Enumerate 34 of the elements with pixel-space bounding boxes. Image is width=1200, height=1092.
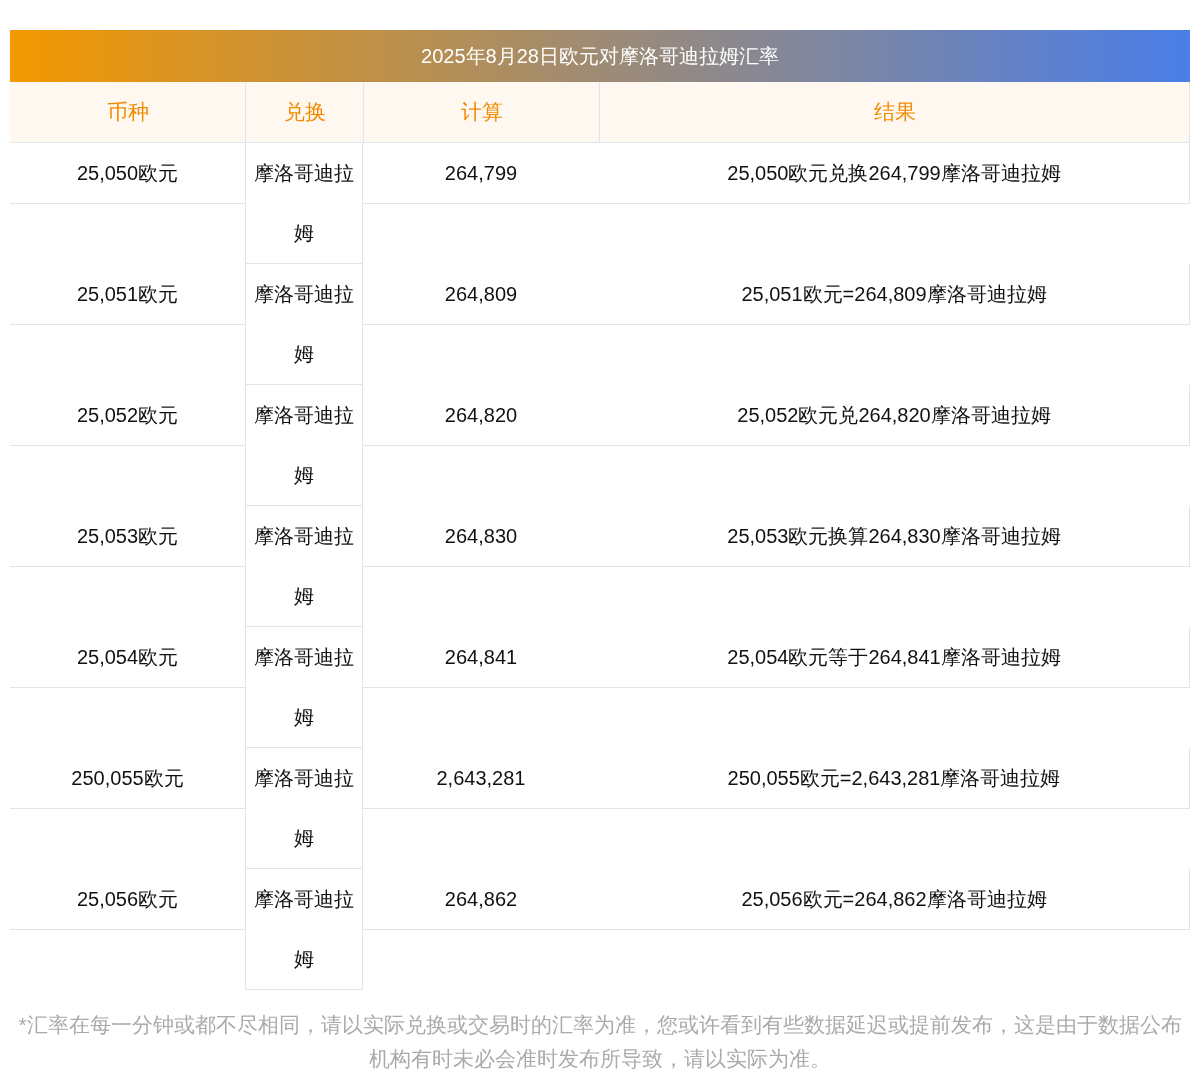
- table-cell: 25,052欧元: [10, 385, 245, 446]
- table-cell: 摩洛哥迪拉姆: [245, 627, 363, 748]
- table-cell: 摩洛哥迪拉姆: [245, 385, 363, 506]
- table-cell: 摩洛哥迪拉姆: [245, 869, 363, 990]
- column-header: 计算: [363, 82, 599, 142]
- table-cell: 25,050欧元兑换264,799摩洛哥迪拉姆: [599, 143, 1190, 204]
- table-cell: 25,050欧元: [10, 143, 245, 204]
- table-cell: 25,056欧元=264,862摩洛哥迪拉姆: [599, 869, 1190, 930]
- table-cell: 2,643,281: [363, 748, 599, 809]
- table-cell: 264,830: [363, 506, 599, 567]
- table-cell: 25,051欧元=264,809摩洛哥迪拉姆: [599, 264, 1190, 325]
- table-cell: 摩洛哥迪拉姆: [245, 143, 363, 264]
- table-cell: 264,841: [363, 627, 599, 688]
- table-cell: 摩洛哥迪拉姆: [245, 506, 363, 627]
- table-cell: 264,799: [363, 143, 599, 204]
- footnote: *汇率在每一分钟或都不尽相同，请以实际兑换或交易时的汇率为准，您或许看到有些数据延迟或提前发布，这是由于数据公布机构有时未必会准时发布所导致，请以实际为准。: [17, 1012, 1183, 1072]
- table-cell: 25,052欧元兑264,820摩洛哥迪拉姆: [599, 385, 1190, 446]
- table-cell: 25,054欧元: [10, 627, 245, 688]
- table-cell: 摩洛哥迪拉姆: [245, 264, 363, 385]
- table-cell: 摩洛哥迪拉姆: [245, 748, 363, 869]
- column-header: 兑换: [245, 82, 363, 142]
- table-cell: 250,055欧元=2,643,281摩洛哥迪拉姆: [599, 748, 1190, 809]
- table-cell: 250,055欧元: [10, 748, 245, 809]
- table-cell: 25,054欧元等于264,841摩洛哥迪拉姆: [599, 627, 1190, 688]
- table-cell: 25,051欧元: [10, 264, 245, 325]
- column-header: 币种: [105, 99, 150, 125]
- table-title: 2025年8月28日欧元对摩洛哥迪拉姆汇率: [10, 30, 1190, 82]
- table-cell: 264,862: [363, 869, 599, 930]
- table-cell: 25,056欧元: [10, 869, 245, 930]
- table-cell: 25,053欧元换算264,830摩洛哥迪拉姆: [599, 506, 1190, 567]
- column-header: 结果: [599, 82, 1190, 142]
- table-cell: 25,053欧元: [10, 506, 245, 567]
- table-cell: 264,809: [363, 264, 599, 325]
- table-cell: 264,820: [363, 385, 599, 446]
